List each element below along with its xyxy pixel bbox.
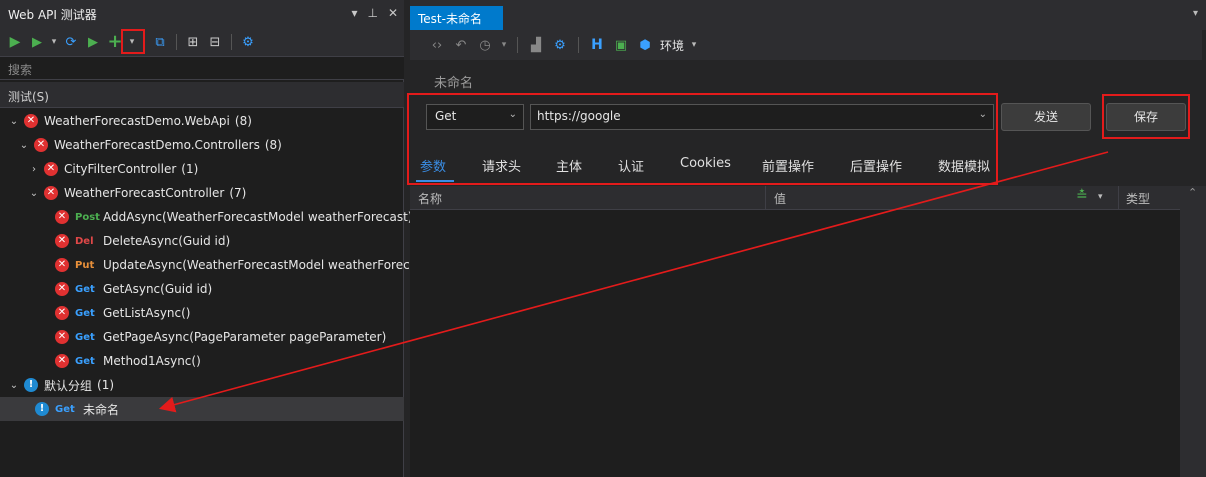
annotation-arrow [158,151,1109,413]
